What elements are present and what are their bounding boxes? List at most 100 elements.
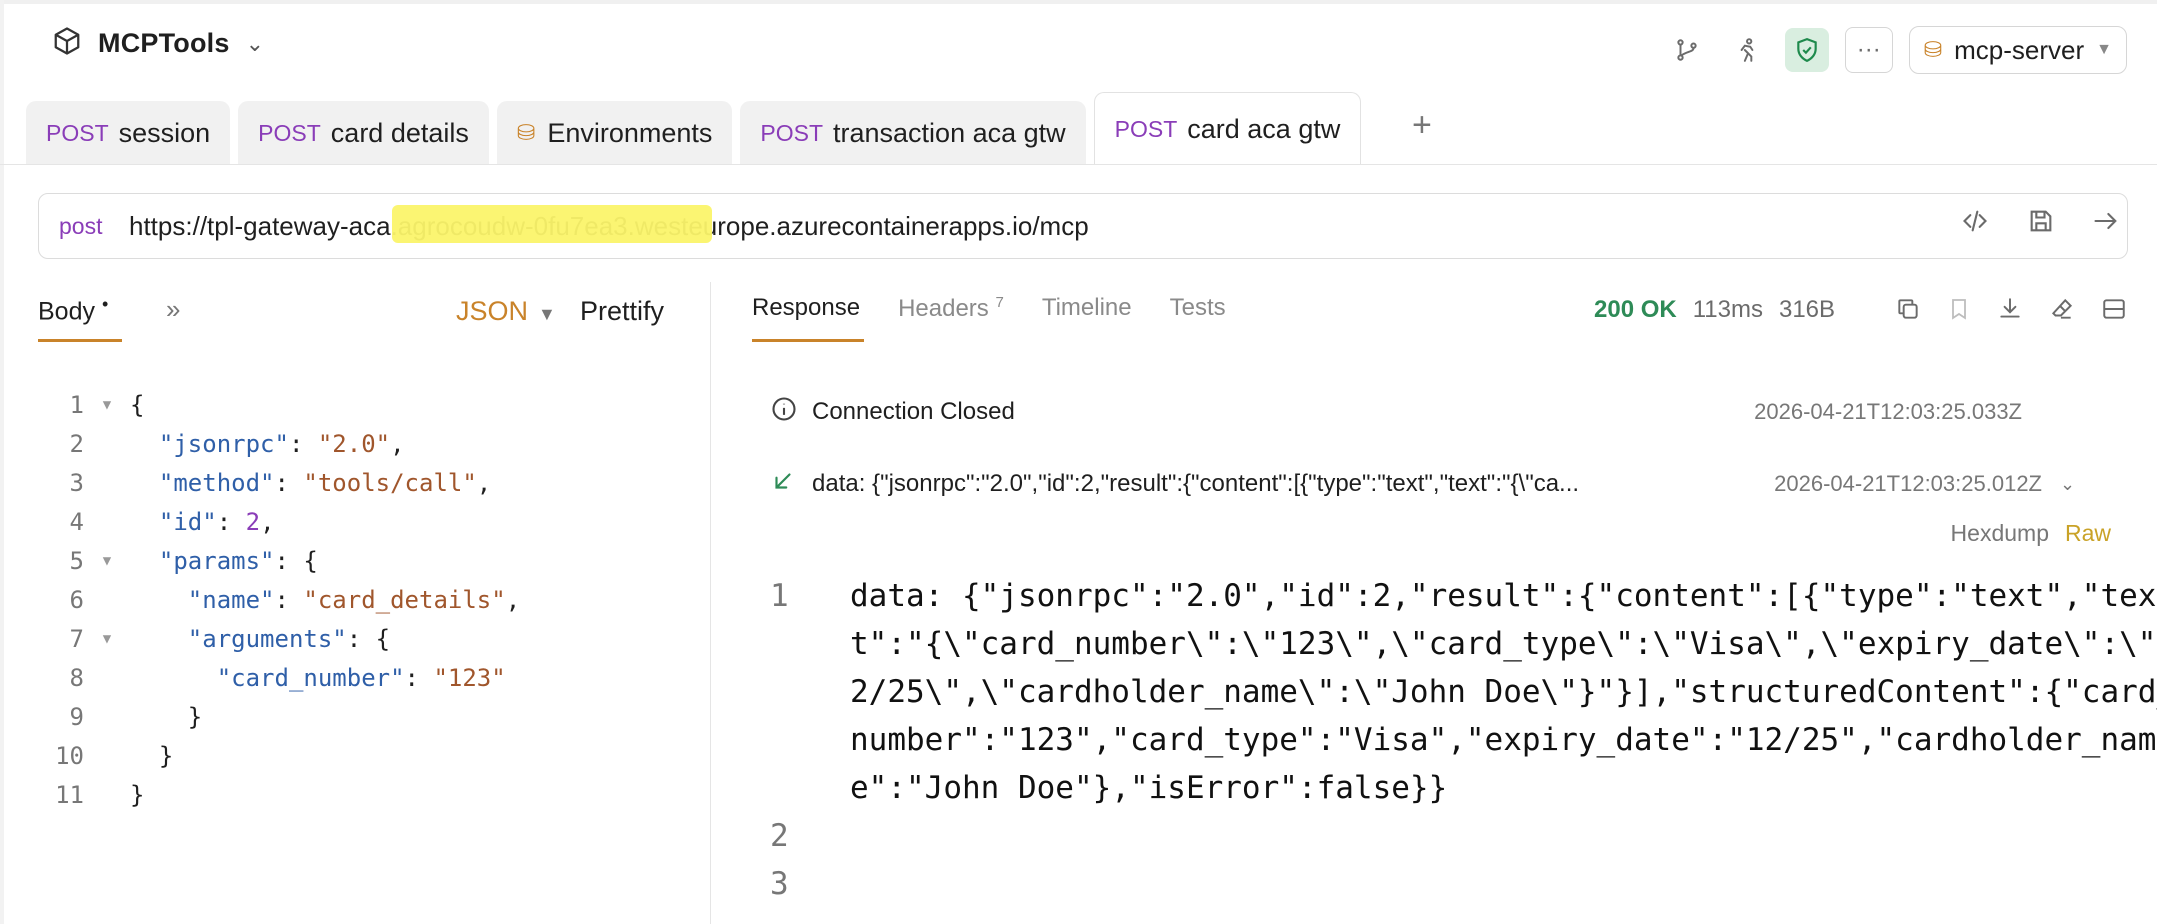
event-row[interactable]: data: {"jsonrpc":"2.0","id":2,"result":{… bbox=[770, 464, 2075, 504]
json-value: "card_details" bbox=[303, 586, 506, 614]
json-key: "name" bbox=[187, 586, 275, 614]
save-icon[interactable] bbox=[2027, 207, 2055, 242]
json-value: "123" bbox=[433, 664, 506, 692]
database-icon: ⛁ bbox=[1923, 37, 1943, 62]
project-selector[interactable]: MCPTools ⌄ bbox=[52, 26, 264, 61]
json-value: "2.0" bbox=[317, 430, 391, 458]
request-method[interactable]: post bbox=[59, 213, 129, 240]
body-format-value: JSON bbox=[456, 296, 529, 326]
code-line: 2 "jsonrpc": "2.0", bbox=[40, 425, 520, 464]
json-key: "card_number" bbox=[216, 664, 405, 692]
line-number: 8 bbox=[69, 664, 84, 692]
chevron-down-icon: ⌄ bbox=[245, 30, 265, 56]
code-line: 2 bbox=[770, 812, 2157, 860]
tab-card-aca-gtw[interactable]: POST card aca gtw bbox=[1093, 92, 1362, 165]
bookmark-icon[interactable] bbox=[1947, 296, 1971, 329]
request-body-editor[interactable]: 1 ▼{ 2 "jsonrpc": "2.0", 3 "method": "too… bbox=[40, 386, 520, 815]
line-number: 4 bbox=[69, 508, 84, 536]
tab-transaction-aca-gtw[interactable]: POST transaction aca gtw bbox=[740, 101, 1086, 165]
environment-selector[interactable]: ⛁ mcp-server ▼ bbox=[1908, 26, 2127, 74]
code-line: 4 "id": 2, bbox=[40, 503, 520, 542]
code-line: 5 ▼ "params": { bbox=[40, 542, 520, 581]
raw-toggle[interactable]: Raw bbox=[2065, 520, 2111, 547]
runner-icon[interactable] bbox=[1725, 28, 1769, 72]
event-text: data: {"jsonrpc":"2.0","id":2,"result":{… bbox=[812, 470, 1580, 497]
project-name: MCPTools bbox=[98, 28, 230, 58]
json-key: "id" bbox=[158, 508, 217, 536]
hexdump-toggle[interactable]: Hexdump bbox=[1951, 520, 2049, 547]
code-line: 11} bbox=[40, 776, 520, 815]
tab-headers[interactable]: Headers 7 bbox=[898, 294, 1004, 323]
tab-card-details[interactable]: POST card details bbox=[238, 101, 489, 165]
code-line: 9 } bbox=[40, 698, 520, 737]
event-timestamp: 2026-04-21T12:03:25.012Z bbox=[1774, 471, 2042, 496]
redaction-highlight bbox=[392, 205, 712, 243]
tab-tests[interactable]: Tests bbox=[1170, 294, 1226, 323]
request-tabs: POST session POST card details ⛁ Environ… bbox=[26, 92, 1362, 165]
tab-timeline[interactable]: Timeline bbox=[1042, 294, 1132, 323]
json-key: "jsonrpc" bbox=[158, 430, 289, 458]
code-line: 1 ▼{ bbox=[40, 386, 520, 425]
response-status: 200 OK 113ms 316B bbox=[1594, 296, 1835, 324]
shield-check-icon[interactable] bbox=[1784, 28, 1829, 72]
split-layout-icon[interactable] bbox=[2101, 296, 2127, 329]
code-line: 3 "method": "tools/call", bbox=[40, 464, 520, 503]
tab-response[interactable]: Response bbox=[752, 294, 860, 323]
event-row[interactable]: Connection Closed 2026-04-21T12:03:25.03… bbox=[770, 392, 2022, 432]
fold-arrow-icon[interactable]: ▼ bbox=[84, 620, 130, 659]
line-number: 5 bbox=[69, 547, 84, 575]
tab-label: card aca gtw bbox=[1187, 113, 1341, 144]
event-timestamp: 2026-04-21T12:03:25.033Z bbox=[1754, 399, 2022, 424]
tab-session[interactable]: POST session bbox=[26, 101, 231, 165]
json-key: "arguments" bbox=[187, 625, 347, 653]
tab-method: POST bbox=[760, 119, 824, 146]
status-badge: 200 OK bbox=[1594, 296, 1677, 323]
code-line: 3 bbox=[770, 860, 2157, 908]
database-icon: ⛁ bbox=[516, 120, 536, 145]
fold-arrow-icon[interactable]: ▼ bbox=[84, 542, 130, 581]
response-tab-underline bbox=[752, 339, 864, 342]
code-icon[interactable] bbox=[1959, 207, 1991, 242]
pane-divider[interactable] bbox=[710, 282, 711, 924]
chevron-down-icon[interactable]: ⌄ bbox=[2060, 474, 2075, 495]
response-actions bbox=[1895, 296, 2127, 329]
arrow-down-left-icon bbox=[770, 468, 812, 501]
cube-icon bbox=[52, 26, 82, 61]
line-number: 2 bbox=[770, 818, 789, 854]
raw-line-text: data: {"jsonrpc":"2.0","id":2,"result":{… bbox=[850, 578, 2157, 806]
prettify-button[interactable]: Prettify bbox=[580, 296, 664, 327]
send-arrow-icon[interactable] bbox=[2091, 207, 2121, 242]
body-tab-underline bbox=[38, 339, 122, 342]
dropdown-caret-icon: ▼ bbox=[2096, 41, 2112, 58]
download-icon[interactable] bbox=[1997, 296, 2023, 329]
code-line: 1 data: {"jsonrpc":"2.0","id":2,"result":… bbox=[770, 572, 2157, 812]
body-format-select[interactable]: JSON ▼ bbox=[456, 296, 556, 327]
line-number: 3 bbox=[69, 469, 84, 497]
json-value: "tools/call" bbox=[303, 469, 477, 497]
tab-label: Environments bbox=[547, 117, 713, 148]
view-mode-toggle: Hexdump Raw bbox=[1951, 520, 2111, 547]
environment-name: mcp-server bbox=[1954, 34, 2085, 65]
line-number: 3 bbox=[770, 866, 789, 902]
copy-icon[interactable] bbox=[1895, 296, 1921, 329]
fold-arrow-icon[interactable]: ▼ bbox=[84, 386, 130, 425]
line-number: 9 bbox=[69, 703, 84, 731]
tab-label: card details bbox=[330, 117, 469, 148]
tab-body[interactable]: Body • bbox=[38, 294, 108, 326]
more-options-icon[interactable]: ··· bbox=[1844, 27, 1893, 73]
response-raw-viewer[interactable]: 1 data: {"jsonrpc":"2.0","id":2,"result":… bbox=[770, 572, 2157, 908]
body-tab-label: Body bbox=[38, 297, 95, 326]
header-actions: ··· ⛁ mcp-server ▼ bbox=[1665, 26, 2127, 74]
tab-method: POST bbox=[258, 119, 321, 146]
eraser-icon[interactable] bbox=[2049, 296, 2075, 329]
add-tab-icon[interactable]: + bbox=[1412, 106, 1432, 145]
line-number: 1 bbox=[770, 578, 789, 614]
git-branch-icon[interactable] bbox=[1665, 28, 1709, 72]
double-chevron-right-icon[interactable]: » bbox=[166, 294, 180, 325]
tab-label: session bbox=[118, 117, 211, 148]
line-number: 11 bbox=[55, 781, 84, 809]
url-actions bbox=[1959, 207, 2121, 242]
code-line: 10 } bbox=[40, 737, 520, 776]
tab-environments[interactable]: ⛁ Environments bbox=[496, 101, 733, 165]
code-line: 8 "card_number": "123" bbox=[40, 659, 520, 698]
